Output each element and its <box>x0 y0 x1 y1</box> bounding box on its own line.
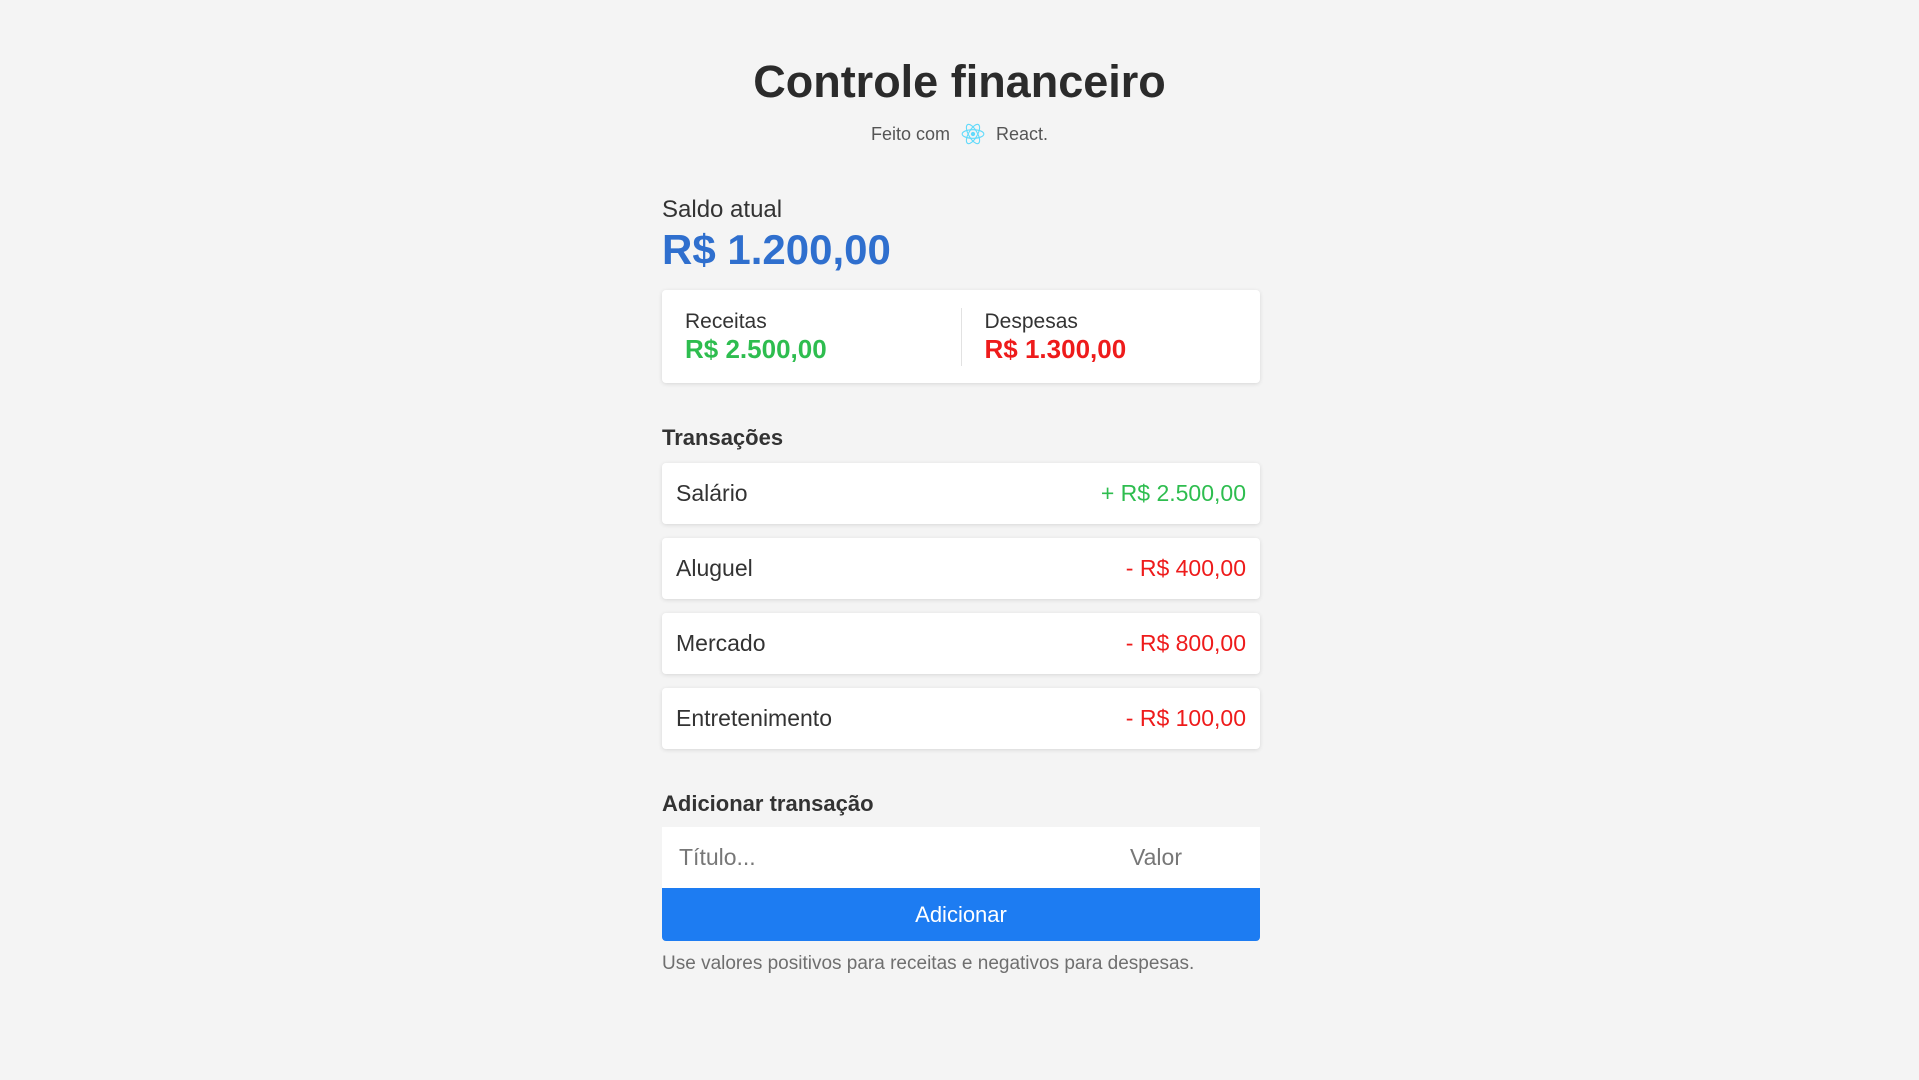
transaction-amount: + R$ 2.500,00 <box>1100 480 1246 506</box>
add-transaction-title: Adicionar transação <box>662 791 874 816</box>
transaction-name: Entretenimento <box>676 705 832 731</box>
value-input[interactable] <box>1130 827 1260 888</box>
expense-value: R$ 1.300,00 <box>984 333 1127 364</box>
add-button[interactable]: Adicionar <box>662 888 1260 941</box>
income-value: R$ 2.500,00 <box>685 333 827 364</box>
subtitle-suffix: React. <box>996 124 1049 144</box>
title-input[interactable] <box>662 827 1130 888</box>
transaction-item[interactable]: Salário + R$ 2.500,00 <box>662 463 1260 524</box>
transaction-name: Aluguel <box>676 555 753 581</box>
balance-label: Saldo atual <box>662 196 783 223</box>
transaction-item[interactable]: Aluguel - R$ 400,00 <box>662 538 1260 599</box>
income-summary: Receitas R$ 2.500,00 <box>662 310 961 364</box>
expense-label: Despesas <box>984 309 1078 333</box>
page-subtitle: Feito com React. <box>0 121 1919 147</box>
transaction-name: Salário <box>676 480 748 506</box>
finance-panel: Saldo atual R$ 1.200,00 Receitas R$ 2.50… <box>662 196 1260 975</box>
react-logo-icon <box>960 121 986 147</box>
transaction-item[interactable]: Entretenimento - R$ 100,00 <box>662 688 1260 749</box>
form-hint: Use valores positivos para receitas e ne… <box>662 953 1195 974</box>
transaction-amount: - R$ 800,00 <box>1125 630 1246 656</box>
income-label: Receitas <box>685 309 767 333</box>
page-title: Controle financeiro <box>753 56 1166 107</box>
page-header: Controle financeiro Feito com React. <box>0 56 1919 147</box>
add-transaction-form <box>662 827 1260 888</box>
transaction-name: Mercado <box>676 630 766 656</box>
transaction-item[interactable]: Mercado - R$ 800,00 <box>662 613 1260 674</box>
balance-value: R$ 1.200,00 <box>662 226 891 273</box>
transactions-title: Transações <box>662 425 784 450</box>
subtitle-prefix: Feito com <box>870 124 950 144</box>
expense-summary: Despesas R$ 1.300,00 <box>962 310 1261 364</box>
transaction-amount: - R$ 100,00 <box>1125 705 1246 731</box>
transaction-list: Salário + R$ 2.500,00 Aluguel - R$ 400,0… <box>662 463 1260 749</box>
summary-card: Receitas R$ 2.500,00 Despesas R$ 1.300,0… <box>662 290 1260 383</box>
transaction-amount: - R$ 400,00 <box>1125 555 1246 581</box>
